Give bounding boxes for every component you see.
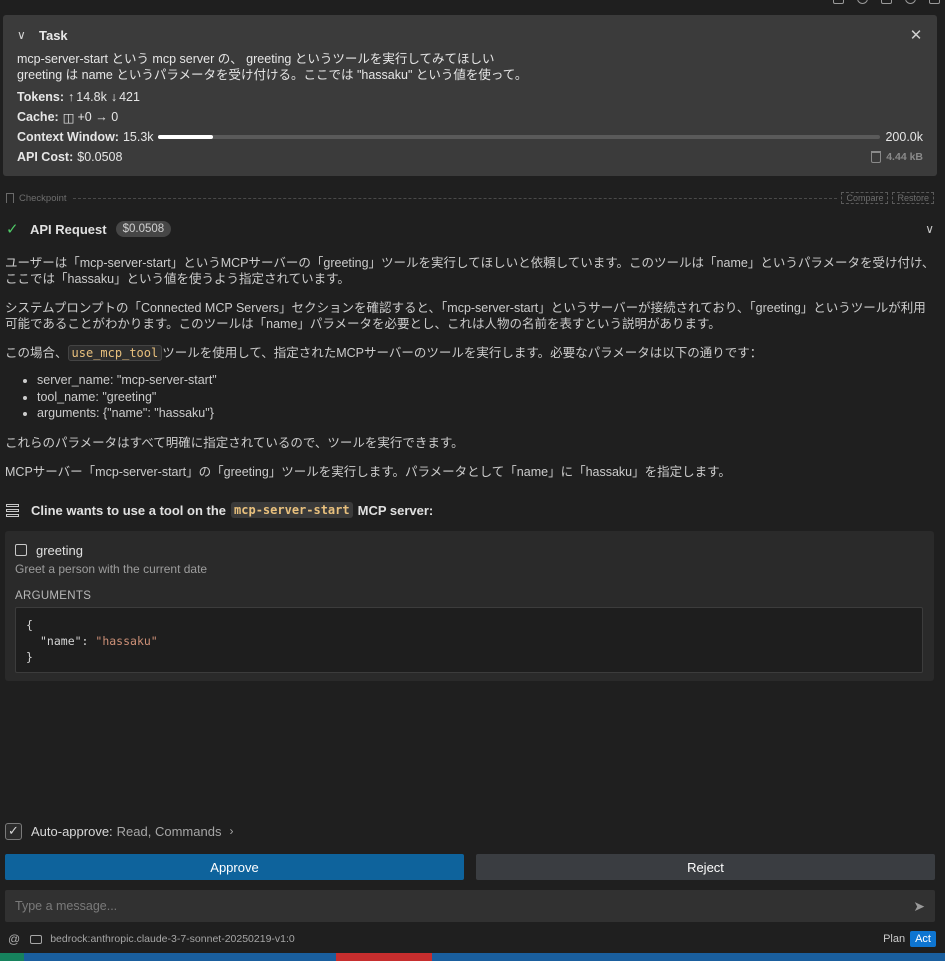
tool-description: Greet a person with the current date (15, 562, 208, 576)
checkpoint-row: Checkpoint Compare Restore (6, 192, 934, 204)
bookmark-icon (6, 193, 14, 203)
cache-row: Cache: ◫ +0 → 0 (17, 107, 923, 127)
check-icon: ✓ (6, 221, 19, 238)
tokens-down: 421 (119, 90, 140, 104)
api-cost-value: $0.0508 (77, 150, 123, 164)
reject-button[interactable]: Reject (476, 854, 935, 880)
message-paragraph: これらのパラメータはすべて明確に指定されているので、ツールを実行できます。 (5, 435, 464, 450)
server-name: mcp-server-start (231, 502, 353, 518)
inline-code: use_mcp_tool (67, 345, 163, 361)
model-row: @ bedrock:anthropic.claude-3-7-sonnet-20… (8, 931, 936, 947)
auto-approve-value: Read, Commands (116, 823, 222, 839)
package-icon (15, 544, 27, 556)
task-line: mcp-server-start という mcp server の、 greet… (17, 52, 495, 66)
code-line: } (26, 650, 33, 664)
list-item: tool_name: "greeting" (37, 389, 935, 406)
cache-value: +0 → 0 (77, 110, 119, 124)
restore-button[interactable]: Restore (892, 192, 934, 204)
toolbar-icon[interactable] (833, 0, 844, 4)
task-size-value: 4.44 kB (886, 151, 923, 163)
send-icon[interactable]: ➤ (913, 898, 925, 915)
mode-toggle[interactable]: Plan Act (878, 931, 936, 947)
cache-label: Cache: (17, 110, 59, 124)
account-icon[interactable] (905, 0, 916, 4)
tool-name-row: greeting (15, 542, 924, 558)
plan-mode-button[interactable]: Plan (878, 931, 910, 947)
api-request-row[interactable]: ✓ API Request $0.0508 ∨ (6, 219, 934, 239)
assistant-message: ユーザーは「mcp-server-start」というMCPサーバーの「greet… (5, 255, 935, 493)
server-icon (6, 503, 19, 517)
api-cost-row: API Cost: $0.0508 4.44 kB (17, 147, 923, 167)
arguments-label: ARGUMENTS (15, 590, 92, 602)
task-header[interactable]: ∨ Task ✕ (17, 25, 923, 45)
history-icon[interactable] (857, 0, 868, 4)
tokens-up: 14.8k (76, 90, 107, 104)
text: この場合、 (5, 346, 68, 360)
arrow-down-icon: ↓ (110, 90, 118, 104)
api-request-cost-badge: $0.0508 (115, 221, 172, 237)
mention-icon[interactable]: @ (8, 932, 20, 946)
message-paragraph: システムプロンプトの「Connected MCP Servers」セクションを確… (5, 301, 926, 331)
code-key: "name" (40, 634, 82, 648)
chevron-down-icon[interactable]: ∨ (925, 222, 934, 236)
param-list: server_name: "mcp-server-start" tool_nam… (37, 372, 935, 422)
status-bar (0, 953, 945, 961)
tokens-row: Tokens: ↑ 14.8k ↓ 421 (17, 87, 923, 107)
code-line: "name": "hassaku" (26, 633, 912, 649)
tool-name: greeting (36, 542, 83, 558)
code-string: "hassaku" (95, 634, 158, 648)
camera-icon[interactable] (30, 934, 43, 944)
checkpoint-divider (72, 197, 838, 199)
settings-icon[interactable] (929, 0, 940, 4)
mcp-icon[interactable] (881, 0, 892, 4)
tool-header-text: MCP server: (357, 502, 434, 518)
list-item: arguments: {"name": "hassaku"} (37, 405, 935, 422)
model-selector[interactable]: bedrock:anthropic.claude-3-7-sonnet-2025… (50, 933, 295, 945)
database-icon: ◫ (62, 110, 75, 125)
list-item: server_name: "mcp-server-start" (37, 372, 935, 389)
arrow-up-icon: ↑ (68, 90, 75, 104)
code-colon: : (81, 634, 96, 648)
task-size: 4.44 kB (871, 151, 923, 163)
tokens-label: Tokens: (17, 90, 64, 104)
message-input[interactable] (15, 899, 914, 913)
message-paragraph: この場合、 use_mcp_tool ツールを使用して、指定されたMCPサーバーのツ… (5, 345, 935, 361)
message-paragraph: ユーザーは「mcp-server-start」というMCPサーバーの「greet… (5, 256, 935, 286)
context-used: 15.3k (122, 130, 154, 144)
auto-approve-label: Auto-approve: (31, 823, 113, 839)
tool-header-text: Cline wants to use a tool on the (31, 502, 227, 518)
tool-request-header: Cline wants to use a tool on the mcp-ser… (6, 500, 934, 520)
chevron-right-icon[interactable]: › (229, 824, 233, 838)
tool-card: greeting Greet a person with the current… (5, 531, 934, 681)
task-title: Task (39, 27, 68, 43)
remote-indicator[interactable] (0, 953, 24, 961)
checkpoint-label: Checkpoint (19, 192, 67, 204)
task-description: mcp-server-start という mcp server の、 greet… (17, 51, 923, 83)
context-row: Context Window: 15.3k 200.0k (17, 127, 923, 147)
task-panel: ∨ Task ✕ mcp-server-start という mcp server… (3, 15, 937, 176)
context-max: 200.0k (885, 130, 923, 144)
auto-approve-checkbox[interactable]: ✓ (5, 822, 22, 840)
context-label: Context Window: (17, 130, 119, 144)
window-toolbar-strip (0, 0, 945, 6)
close-icon[interactable]: ✕ (909, 28, 923, 43)
text: ツールを使用して、指定されたMCPサーバーのツールを実行します。必要なパラメータ… (162, 346, 763, 360)
api-cost-label: API Cost: (17, 150, 74, 164)
message-paragraph: MCPサーバー「mcp-server-start」の「greeting」ツールを… (5, 464, 731, 479)
context-progress (157, 135, 881, 139)
approve-button[interactable]: Approve (5, 854, 464, 880)
task-line: greeting は name というパラメータを受け付ける。ここでは "has… (17, 68, 528, 82)
code-line: { (26, 618, 33, 632)
trash-icon[interactable] (871, 151, 882, 163)
context-progress-fill (157, 135, 213, 139)
status-warning-item[interactable] (336, 953, 432, 961)
chevron-down-icon[interactable]: ∨ (17, 28, 39, 42)
auto-approve-row[interactable]: ✓ Auto-approve: Read, Commands › (5, 822, 233, 840)
act-mode-button[interactable]: Act (910, 931, 936, 947)
arguments-code: { "name": "hassaku" } (15, 607, 923, 673)
compare-button[interactable]: Compare (841, 192, 889, 204)
message-input-container: ➤ (5, 890, 935, 922)
api-request-title: API Request (30, 221, 107, 237)
